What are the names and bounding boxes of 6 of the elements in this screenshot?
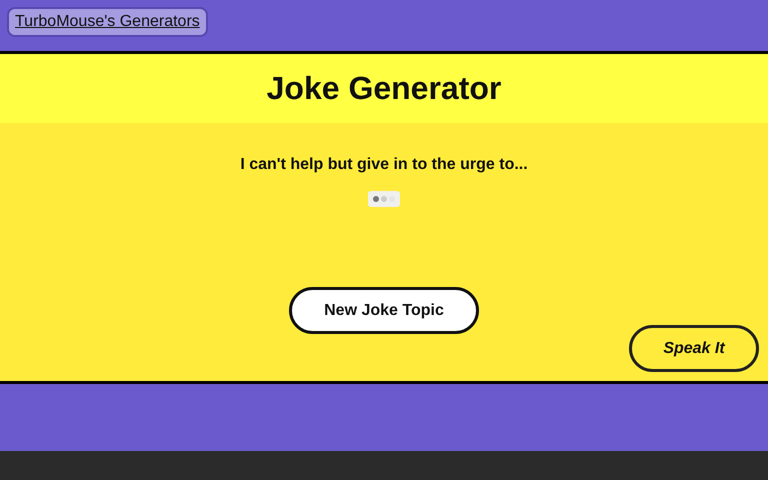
page-title: Joke Generator <box>266 70 502 107</box>
loading-dots-icon <box>368 191 400 207</box>
speak-button[interactable]: Speak It <box>629 325 759 372</box>
joke-text: I can't help but give in to the urge to... <box>240 156 528 174</box>
new-joke-topic-button[interactable]: New Joke Topic <box>289 287 479 334</box>
generators-link[interactable]: TurboMouse's Generators <box>7 7 208 37</box>
